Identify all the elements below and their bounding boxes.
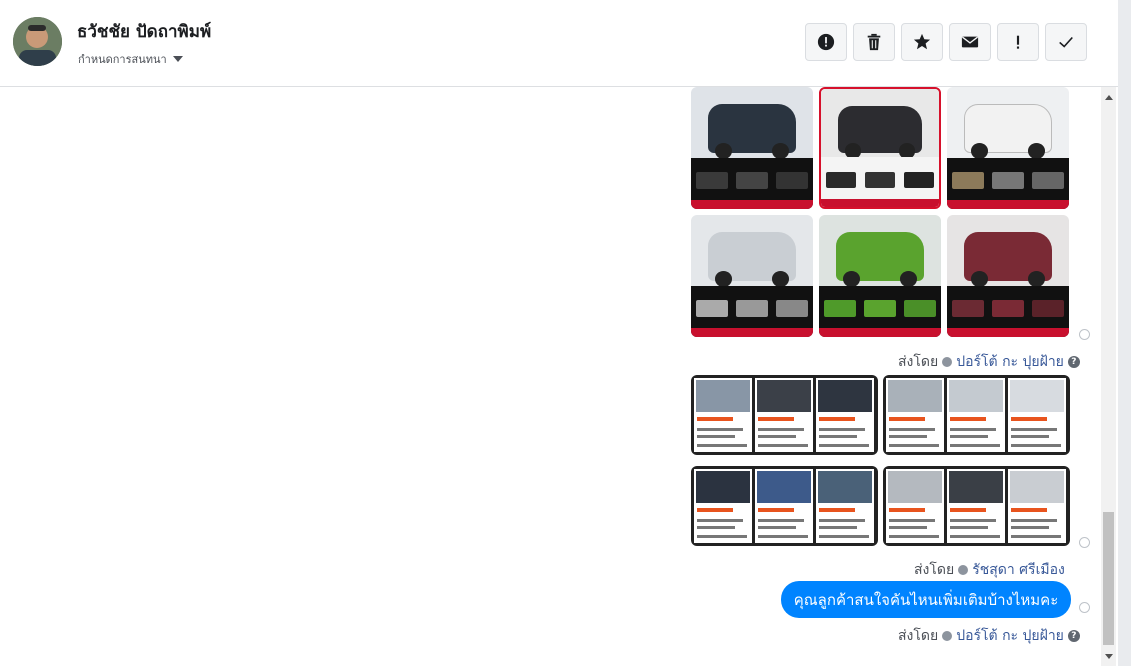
- message-bubble[interactable]: คุณลูกค้าสนใจคันไหนเพิ่มเติมบ้างไหมคะ: [781, 581, 1071, 618]
- sent-by-prefix: ส่งโดย: [898, 354, 939, 370]
- trash-icon: [867, 33, 881, 51]
- sender-name[interactable]: รัชสุดา ศรีเมือง: [972, 559, 1065, 581]
- conversation-options[interactable]: กำหนดการสนทนา: [78, 50, 183, 68]
- done-button[interactable]: [1045, 23, 1087, 61]
- arrow-down-icon: [1104, 653, 1113, 659]
- sent-by-prefix: ส่งโดย: [898, 628, 939, 644]
- chevron-down-icon: [172, 56, 183, 62]
- sent-by-label: ส่งโดย รัชสุดา ศรีเมือง: [914, 559, 1065, 581]
- star-button[interactable]: [901, 23, 943, 61]
- help-icon[interactable]: ?: [1067, 356, 1080, 368]
- message-scrollbar[interactable]: [1101, 87, 1116, 666]
- check-icon: [1059, 36, 1073, 48]
- alert-circle-icon: [817, 33, 835, 51]
- attachment-photo[interactable]: [883, 375, 1070, 455]
- sent-by-prefix: ส่งโดย: [914, 562, 955, 578]
- sent-by-label: ส่งโดย ปอร์โต้ กะ ปุยฝ้าย ?: [898, 625, 1080, 647]
- message-text: คุณลูกค้าสนใจคันไหนเพิ่มเติมบ้างไหมคะ: [793, 590, 1059, 609]
- exclamation-icon: [1016, 35, 1020, 49]
- mark-unread-button[interactable]: [949, 23, 991, 61]
- avatar[interactable]: [13, 17, 62, 66]
- flag-button[interactable]: [997, 23, 1039, 61]
- envelope-icon: [961, 36, 979, 48]
- attachment-photo[interactable]: [947, 87, 1069, 209]
- window-edge: [1118, 0, 1131, 666]
- seen-indicator: [1079, 329, 1090, 340]
- arrow-up-icon: [1104, 94, 1113, 100]
- attachment-photo[interactable]: [691, 87, 813, 209]
- attachment-photo[interactable]: [691, 215, 813, 337]
- attachment-photo[interactable]: [819, 87, 941, 209]
- sender-name[interactable]: ปอร์โต้ กะ ปุยฝ้าย: [956, 625, 1064, 647]
- scrollbar-thumb[interactable]: [1103, 512, 1114, 645]
- help-icon[interactable]: ?: [1067, 630, 1080, 642]
- verified-icon: [942, 357, 953, 367]
- verified-icon: [942, 631, 953, 641]
- conversation-header: ธวัชชัย ปัดถาพิมพ์ กำหนดการสนทนา: [0, 0, 1118, 87]
- contact-name[interactable]: ธวัชชัย ปัดถาพิมพ์: [77, 18, 211, 45]
- delete-button[interactable]: [853, 23, 895, 61]
- mark-spam-button[interactable]: [805, 23, 847, 61]
- sent-by-label: ส่งโดย ปอร์โต้ กะ ปุยฝ้าย ?: [898, 351, 1080, 373]
- attachment-photo[interactable]: [819, 215, 941, 337]
- seen-indicator: [1079, 537, 1090, 548]
- attachment-photo[interactable]: [691, 375, 878, 455]
- star-icon: [913, 33, 931, 50]
- scroll-down-button[interactable]: [1101, 650, 1116, 662]
- action-toolbar: [805, 23, 1087, 61]
- attachment-photo[interactable]: [883, 466, 1070, 546]
- attachment-photo[interactable]: [691, 466, 878, 546]
- sender-name[interactable]: ปอร์โต้ กะ ปุยฝ้าย: [956, 351, 1064, 373]
- attachment-photo[interactable]: [947, 215, 1069, 337]
- verified-icon: [958, 565, 969, 575]
- seen-indicator: [1079, 602, 1090, 613]
- conversation-options-label: กำหนดการสนทนา: [78, 53, 167, 66]
- scroll-up-button[interactable]: [1101, 91, 1116, 103]
